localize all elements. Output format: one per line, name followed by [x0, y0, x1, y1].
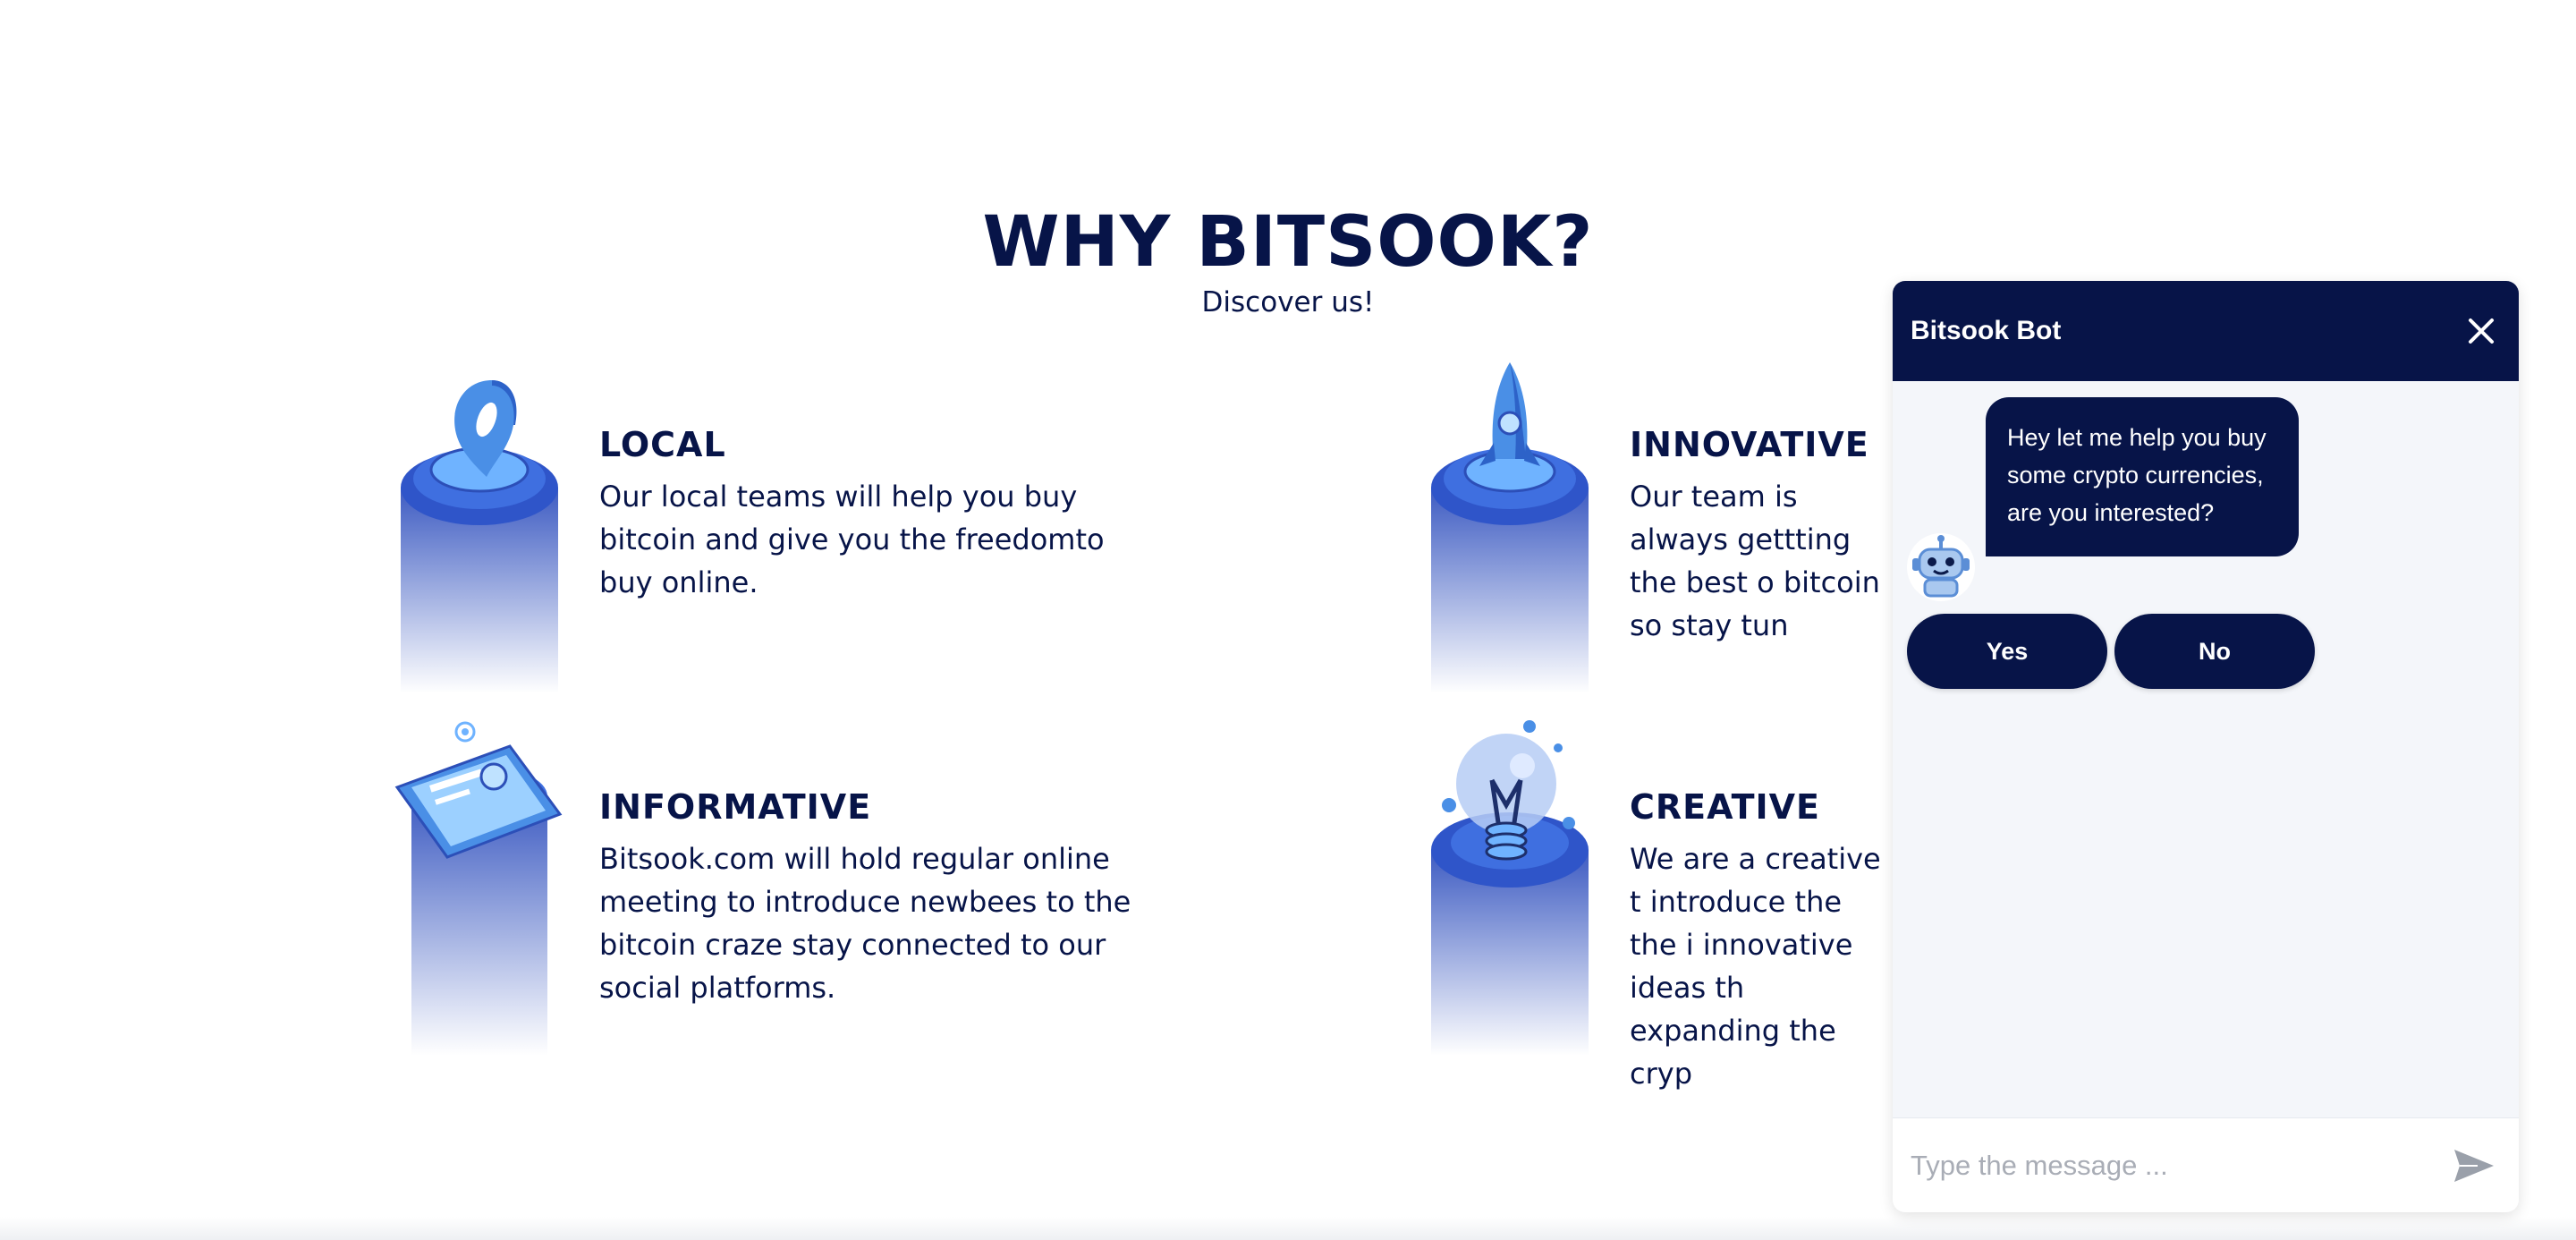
location-pin-icon [394, 353, 564, 693]
page-bottom-edge [0, 1217, 2576, 1240]
chat-widget: Bitsook Bot Hey let me help you buy some… [1893, 281, 2519, 1212]
feature-local: LOCAL Our local teams will help you buy … [394, 353, 1105, 729]
section-title: WHY BITSOOK? [982, 202, 1594, 283]
feature-title: LOCAL [599, 425, 726, 464]
chat-title: Bitsook Bot [1911, 316, 2062, 345]
chat-footer [1893, 1117, 2519, 1212]
quick-replies: Yes No [1907, 614, 2315, 689]
close-icon[interactable] [2462, 311, 2501, 351]
yes-button[interactable]: Yes [1907, 614, 2107, 689]
feature-description: We are a creative t introduce the the i … [1630, 842, 1881, 1091]
phone-icon [394, 716, 564, 1056]
send-icon[interactable] [2447, 1139, 2501, 1193]
feature-description: Our local teams will help you buy bitcoi… [599, 480, 1105, 599]
feature-description: Our team is always gettting the best o b… [1630, 480, 1880, 642]
chat-header: Bitsook Bot [1893, 281, 2519, 381]
lightbulb-icon [1424, 716, 1594, 1056]
feature-informative: INFORMATIVE Bitsook.com will hold regula… [394, 716, 1131, 1091]
message-input[interactable] [1911, 1149, 2447, 1182]
no-button[interactable]: No [2114, 614, 2315, 689]
feature-title: CREATIVE [1630, 787, 1820, 827]
bot-message-bubble: Hey let me help you buy some crypto curr… [1986, 397, 2299, 556]
rocket-icon [1424, 353, 1594, 693]
feature-title: INNOVATIVE [1630, 425, 1869, 464]
feature-title: INFORMATIVE [599, 787, 872, 827]
feature-description: Bitsook.com will hold regular online mee… [599, 842, 1131, 1005]
robot-icon [1905, 531, 1977, 603]
